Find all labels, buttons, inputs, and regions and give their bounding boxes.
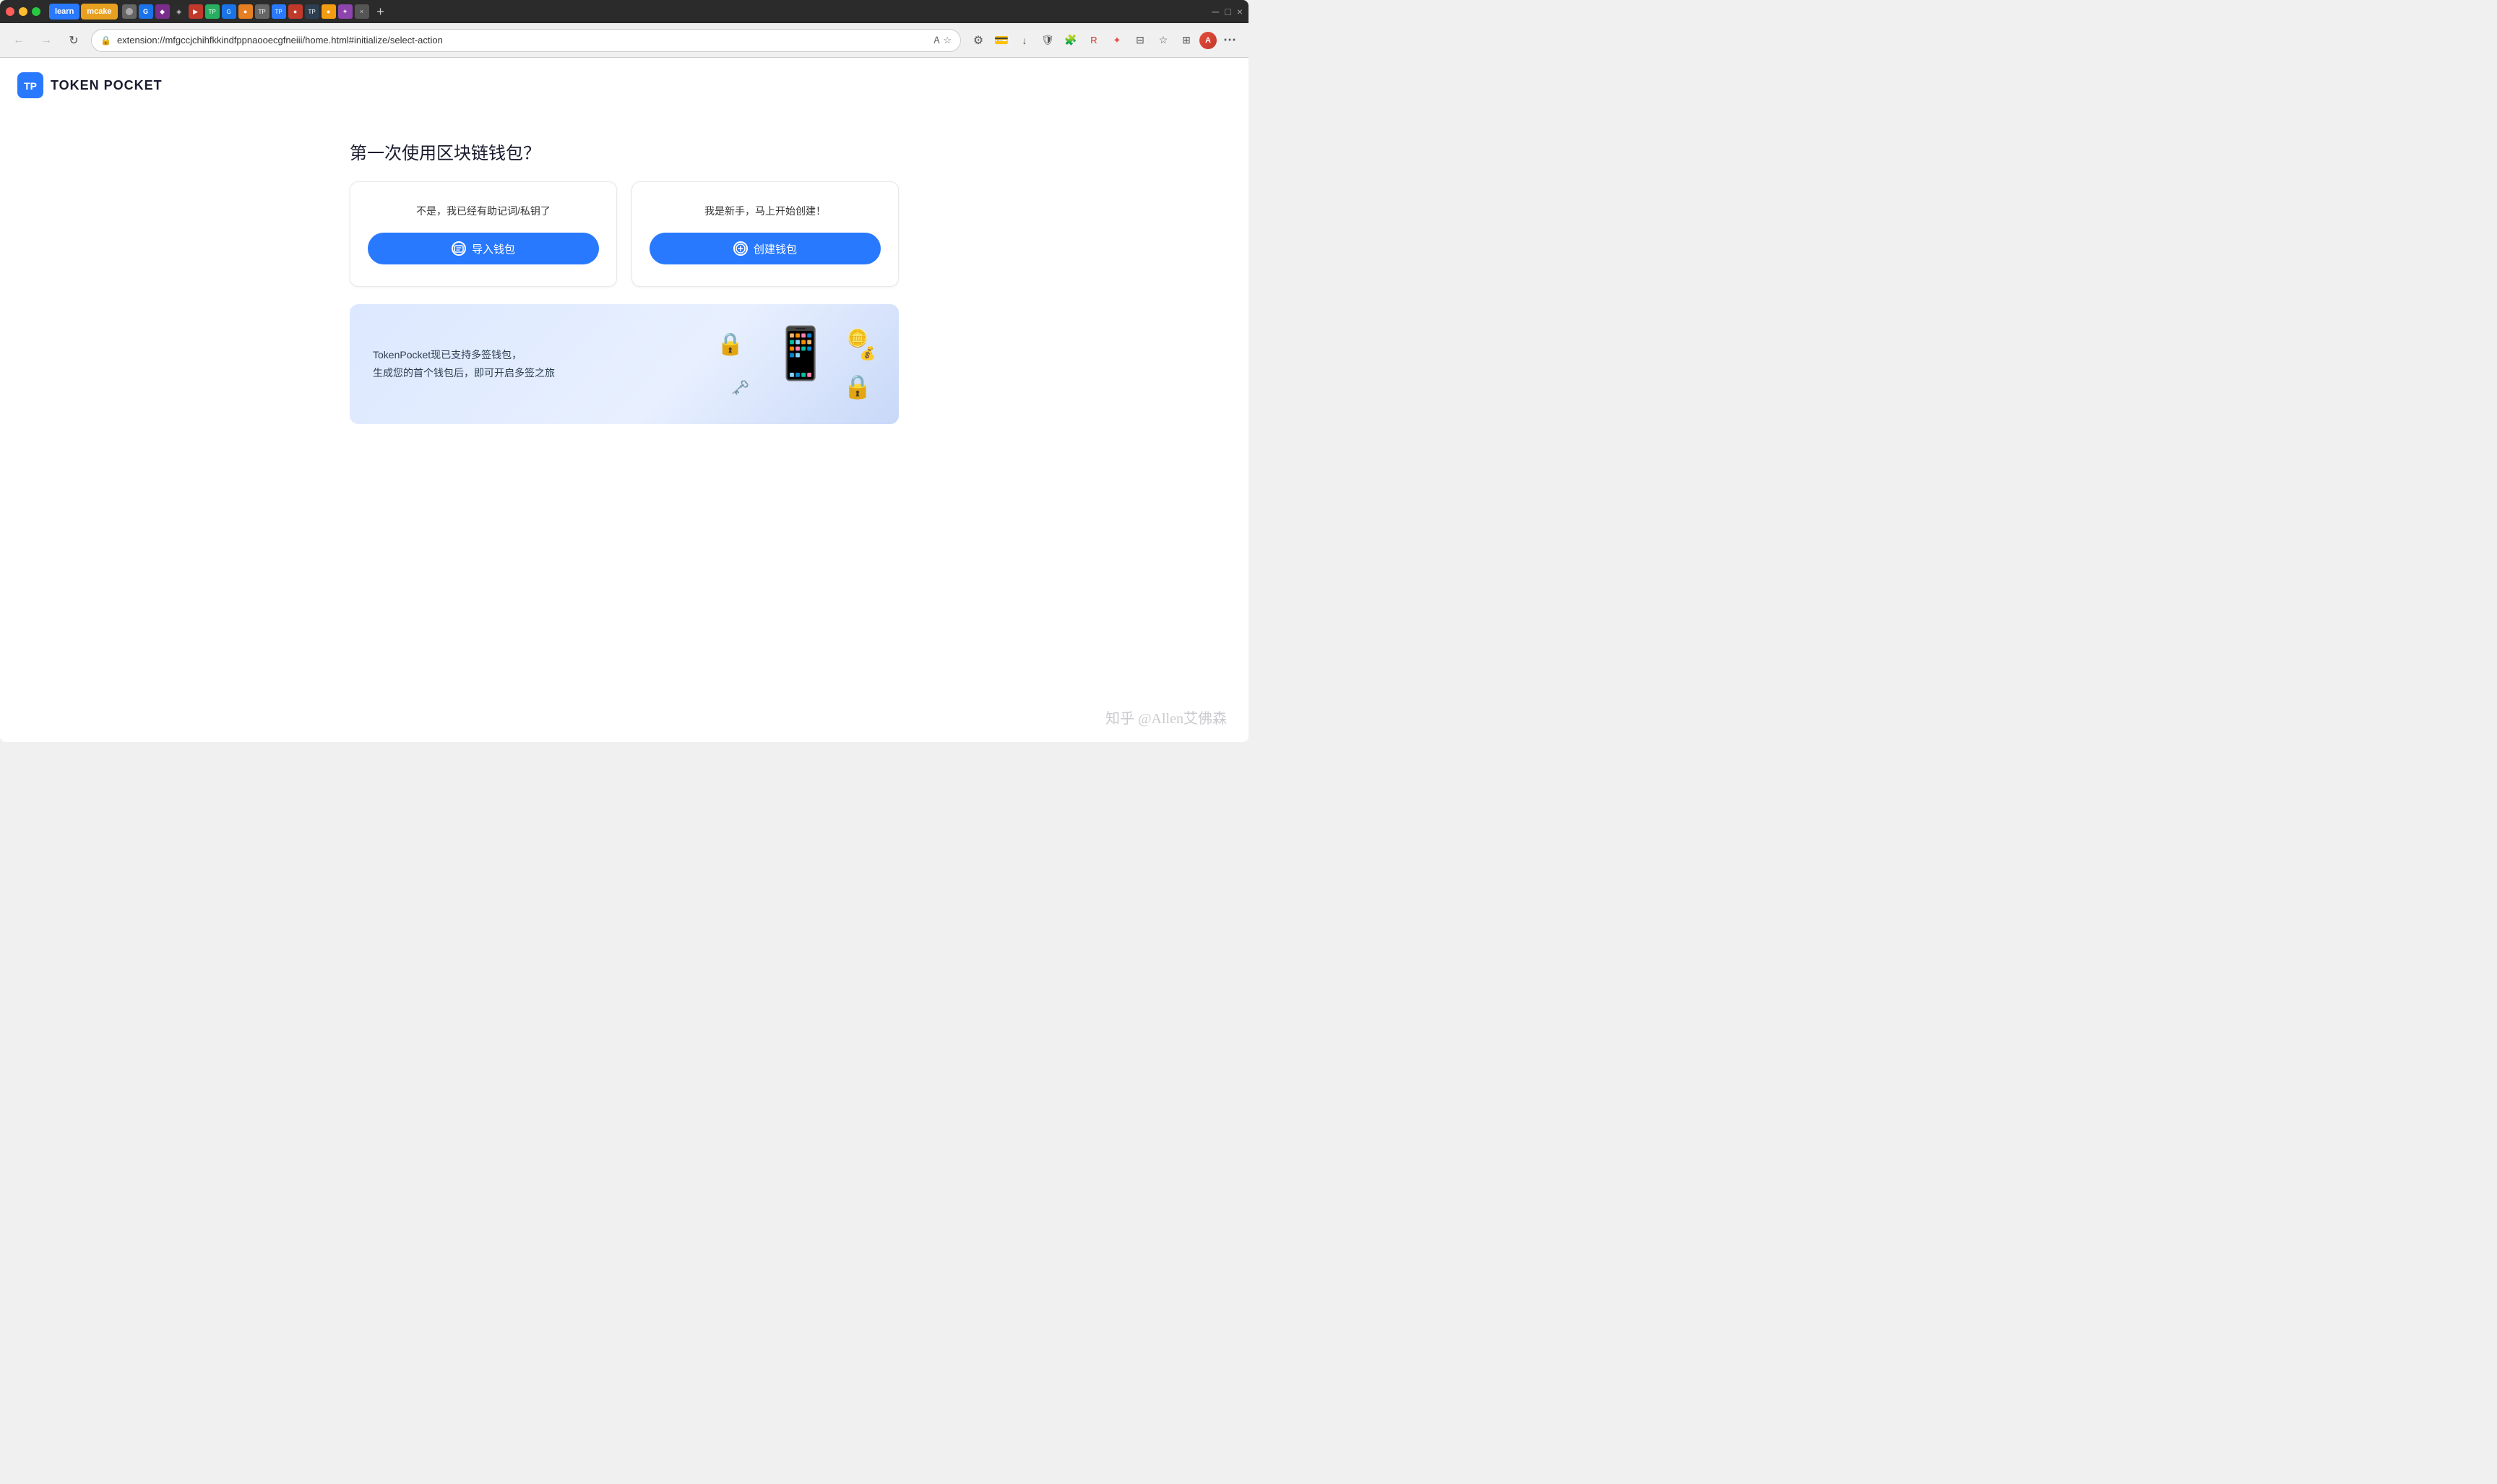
puzzle-btn[interactable]: 🧩 xyxy=(1061,30,1081,51)
sidebar-btn[interactable]: ⊟ xyxy=(1130,30,1150,51)
download-btn[interactable]: ↓ xyxy=(1014,30,1035,51)
close-window-btn[interactable]: × xyxy=(1237,6,1243,17)
import-wallet-button[interactable]: 导入钱包 xyxy=(368,233,599,264)
tab-icon-15[interactable]: × xyxy=(355,4,369,19)
favorites-btn[interactable]: ☆ xyxy=(1153,30,1173,51)
lock-icon-1: 🔒 xyxy=(717,332,743,357)
reload-button[interactable]: ↻ xyxy=(64,30,84,51)
create-wallet-card: 我是新手，马上开始创建！ 创建钱包 xyxy=(631,181,899,287)
shield-btn[interactable]: 🛡 xyxy=(1038,30,1058,51)
profile-avatar[interactable]: A xyxy=(1199,32,1217,49)
minimize-window-btn[interactable]: ─ xyxy=(1212,6,1219,17)
phone-illustration: 📱 xyxy=(769,328,832,379)
security-lock-icon: 🔒 xyxy=(100,35,111,46)
tab-icon-7[interactable]: G xyxy=(222,4,236,19)
lock-icon-2: 🔒 xyxy=(843,373,872,400)
key-icon-1: 🗝️ xyxy=(731,379,749,397)
import-wallet-btn-label: 导入钱包 xyxy=(472,241,515,256)
create-wallet-button[interactable]: 创建钱包 xyxy=(650,233,881,264)
tab-icon-8[interactable]: ● xyxy=(238,4,253,19)
tp-logo-icon: TP xyxy=(17,72,43,98)
main-content: 第一次使用区块链钱包？ 不是，我已经有助记词/私钥了 导入钱包 xyxy=(335,110,913,742)
svg-text:TP: TP xyxy=(24,80,37,92)
banner-text: TokenPocket现已支持多签钱包， 生成您的首个钱包后，即可开启多签之旅 xyxy=(373,346,555,382)
forward-button[interactable]: → xyxy=(36,30,56,51)
read-mode-icon[interactable]: Ꭺ xyxy=(934,35,941,46)
tp-header: TP TOKEN POCKET xyxy=(0,58,1248,110)
toolbar-right: ⚙ 💳 ↓ 🛡 🧩 R ✦ ⊟ ☆ ⊞ A ⋯ xyxy=(968,30,1240,51)
wallet-icon[interactable]: 💳 xyxy=(991,30,1012,51)
tab-icon-2[interactable]: G xyxy=(139,4,153,19)
tab-learn[interactable]: learn xyxy=(49,4,79,20)
banner-line2: 生成您的首个钱包后，即可开启多签之旅 xyxy=(373,367,555,379)
title-bar: learn mcake G ◆ ◈ xyxy=(0,0,1248,23)
more-btn[interactable]: ⋯ xyxy=(1220,30,1240,51)
tab-icon-9[interactable]: TP xyxy=(255,4,269,19)
other-tabs: G ◆ ◈ ▶ TP G ● xyxy=(122,4,369,19)
tab-icon-5[interactable]: ▶ xyxy=(189,4,203,19)
tab-bar: learn mcake G ◆ ◈ xyxy=(49,0,391,25)
coin-icon-2: 💰 xyxy=(860,346,876,361)
tab-icon-4[interactable]: ◈ xyxy=(172,4,186,19)
create-btn-icon xyxy=(733,241,748,256)
address-input-wrap[interactable]: 🔒 extension://mfgccjchihfkkindfppnaooecg… xyxy=(91,29,961,52)
address-text: extension://mfgccjchihfkkindfppnaooecgfn… xyxy=(117,35,928,46)
tp-logo-text: TOKEN POCKET xyxy=(51,78,163,93)
address-bar: ← → ↻ 🔒 extension://mfgccjchihfkkindfppn… xyxy=(0,23,1248,58)
page-content: TP TOKEN POCKET 第一次使用区块链钱包？ 不是，我已经有助记词/私… xyxy=(0,58,1248,742)
action-cards: 不是，我已经有助记词/私钥了 导入钱包 我是新手，马上开始创建！ xyxy=(350,181,899,287)
tab-icon-3[interactable]: ◆ xyxy=(155,4,170,19)
restore-window-btn[interactable]: □ xyxy=(1225,6,1230,17)
close-btn[interactable] xyxy=(6,7,14,16)
tab-icon-14[interactable]: ✦ xyxy=(338,4,353,19)
import-wallet-card: 不是，我已经有助记词/私钥了 导入钱包 xyxy=(350,181,617,287)
r-extension-btn[interactable]: R xyxy=(1084,30,1104,51)
tab-icon-11[interactable]: ● xyxy=(288,4,303,19)
tab-icon-10[interactable]: TP xyxy=(272,4,286,19)
import-card-subtitle: 不是，我已经有助记词/私钥了 xyxy=(416,204,551,218)
import-btn-icon xyxy=(452,241,466,256)
tab-icon-13[interactable]: ● xyxy=(322,4,336,19)
banner-line1: TokenPocket现已支持多签钱包， xyxy=(373,349,522,361)
tab-icon-6[interactable]: TP xyxy=(205,4,220,19)
bookmark-star-icon[interactable]: ☆ xyxy=(943,35,952,46)
custom-ext-btn[interactable]: ✦ xyxy=(1107,30,1127,51)
collections-btn[interactable]: ⊞ xyxy=(1176,30,1196,51)
window-right-controls: ─ □ × xyxy=(1212,6,1243,17)
watermark: 知乎 @Allen艾佛森 xyxy=(1105,707,1227,728)
window-controls xyxy=(6,7,40,16)
tab-icon-1[interactable] xyxy=(122,4,137,19)
new-tab-button[interactable]: + xyxy=(371,1,391,22)
banner-illustration: 📱 🔒 🔒 🪙 🗝️ 💰 xyxy=(717,324,876,404)
minimize-btn[interactable] xyxy=(19,7,27,16)
maximize-btn[interactable] xyxy=(32,7,40,16)
tp-logo: TP TOKEN POCKET xyxy=(17,72,163,98)
create-wallet-btn-label: 创建钱包 xyxy=(754,241,797,256)
tab-mcake[interactable]: mcake xyxy=(81,4,117,20)
tab-icon-12[interactable]: TP xyxy=(305,4,319,19)
back-button[interactable]: ← xyxy=(9,30,29,51)
extensions-btn[interactable]: ⚙ xyxy=(968,30,988,51)
multisig-banner[interactable]: TokenPocket现已支持多签钱包， 生成您的首个钱包后，即可开启多签之旅 … xyxy=(350,304,899,424)
browser-window: learn mcake G ◆ ◈ xyxy=(0,0,1248,742)
address-action-icons: Ꭺ ☆ xyxy=(934,35,952,46)
create-card-subtitle: 我是新手，马上开始创建！ xyxy=(704,204,826,218)
page-title: 第一次使用区块链钱包？ xyxy=(350,139,540,164)
